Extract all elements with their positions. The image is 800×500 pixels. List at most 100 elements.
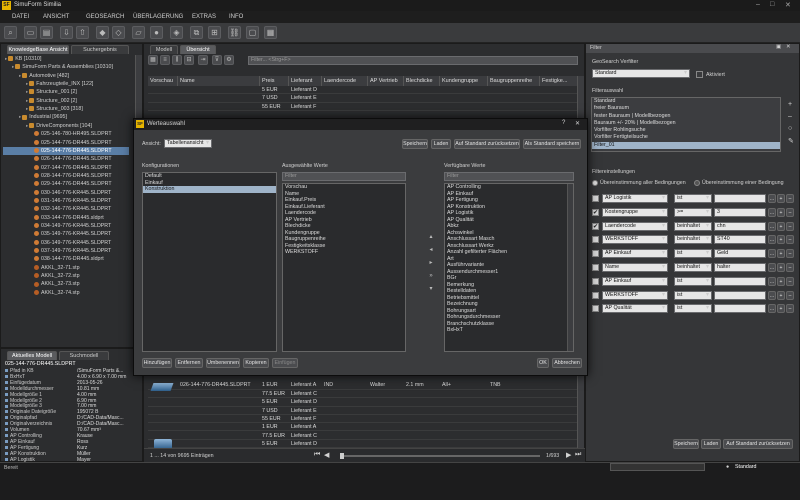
grid-column-header[interactable]: Preis: [260, 76, 289, 86]
condition-checkbox[interactable]: [592, 236, 599, 244]
open-icon[interactable]: ▭: [24, 26, 37, 39]
menu-ansicht[interactable]: ANSICHT: [43, 14, 69, 20]
condition-operator-select[interactable]: beinhaltet: [674, 221, 712, 231]
move-up-icon[interactable]: ▴: [428, 234, 434, 240]
rename-config-button[interactable]: Umbenennen: [206, 358, 240, 368]
next-page-icon[interactable]: ▶: [566, 451, 571, 459]
condition-value-input[interactable]: [714, 290, 766, 300]
tab-modell[interactable]: Modell: [150, 45, 178, 54]
filter-reset-button[interactable]: Auf Standard zurücksetzen: [723, 439, 793, 449]
condition-operator-select[interactable]: ist: [674, 304, 712, 314]
condition-more-button[interactable]: …: [768, 276, 776, 286]
close-button[interactable]: ✕: [785, 1, 791, 9]
grid-column-header[interactable]: Name: [178, 76, 260, 86]
move-down-icon[interactable]: ▾: [428, 286, 434, 292]
tab-aktuelles-modell[interactable]: Aktuelles Modell: [7, 351, 57, 360]
dialog-reset-button[interactable]: Auf Standard zurücksetzen: [454, 139, 520, 149]
filter-list-item[interactable]: Filter_01: [592, 141, 780, 150]
tree-item[interactable]: ▸ Fahrzeugteile_INX [122]: [3, 80, 129, 88]
dialog-save-button[interactable]: Speichern: [402, 139, 428, 149]
minimize-button[interactable]: –: [756, 1, 760, 8]
condition-add-button[interactable]: +: [777, 207, 785, 217]
grid-column-header[interactable]: Baugruppenreihe: [488, 76, 540, 86]
condition-remove-button[interactable]: –: [786, 249, 794, 259]
add-config-button[interactable]: Hinzufügen: [142, 358, 172, 368]
add-filter-icon[interactable]: +: [788, 101, 792, 108]
table-row[interactable]: 5 EUR Lieferant D: [148, 440, 578, 449]
condition-add-button[interactable]: +: [777, 235, 785, 245]
condition-field-select[interactable]: AP Logistik: [602, 194, 668, 203]
tree-item[interactable]: 035-149-776-KR445.SLDPRT: [3, 230, 129, 238]
dialog-help-icon[interactable]: ?: [562, 120, 565, 126]
menu-datei[interactable]: DATEI: [12, 14, 29, 20]
export-list-icon[interactable]: ⇥: [198, 55, 208, 65]
grid-column-header[interactable]: Lieferant: [289, 76, 322, 86]
filter-list-item[interactable]: Standard: [592, 98, 780, 105]
first-page-icon[interactable]: ⏮: [314, 451, 320, 459]
grid-column-header[interactable]: Laendercode: [322, 76, 368, 86]
condition-add-button[interactable]: +: [777, 304, 785, 314]
columns-icon[interactable]: ⫼: [172, 55, 182, 65]
expand-toggle-icon[interactable]: ▸: [19, 73, 21, 78]
condition-remove-button[interactable]: –: [786, 263, 794, 272]
condition-operator-select[interactable]: >=: [674, 207, 712, 217]
condition-value-input[interactable]: ST40: [714, 235, 766, 245]
cube-icon[interactable]: ◆: [96, 26, 109, 39]
geosearch-select[interactable]: Standard: [592, 69, 690, 78]
table-row[interactable]: 026-144-776-DR445.SLDPRT 1 EUR Lieferant A…: [148, 381, 578, 391]
condition-remove-button[interactable]: –: [786, 290, 794, 300]
condition-field-select[interactable]: AP Qualität: [602, 304, 668, 314]
grid-view-icon[interactable]: ▦: [148, 55, 158, 65]
filter-list-item[interactable]: Vorfilter Rohlingsuche: [592, 127, 780, 134]
condition-value-input[interactable]: halter: [714, 263, 766, 272]
dialog-load-button[interactable]: Laden: [431, 139, 451, 149]
condition-add-button[interactable]: +: [777, 249, 785, 259]
cube-outline-icon[interactable]: ◇: [112, 26, 125, 39]
tree-item[interactable]: 037-149-776-KR445.SLDPRT: [3, 247, 129, 255]
tree-item[interactable]: 030-146-776-KR445.SLDPRT: [3, 189, 129, 197]
condition-field-select[interactable]: WERKSTOFF: [602, 290, 668, 300]
condition-remove-button[interactable]: –: [786, 304, 794, 314]
tree-item[interactable]: ▸ Automotive [482]: [3, 72, 129, 80]
expand-toggle-icon[interactable]: ▸: [26, 123, 28, 128]
tree-item[interactable]: ▸ Structure_003 [318]: [3, 105, 129, 113]
condition-add-button[interactable]: +: [777, 263, 785, 272]
filter-list-item[interactable]: Vorfilter Fertigteilsuche: [592, 134, 780, 141]
compare-icon[interactable]: ⧉: [190, 26, 203, 39]
condition-add-button[interactable]: +: [777, 290, 785, 300]
copy-filter-icon[interactable]: ○: [788, 125, 792, 132]
search-icon[interactable]: ⌕: [4, 26, 17, 39]
condition-operator-select[interactable]: ist: [674, 194, 712, 203]
tab-suchergebnis[interactable]: Suchergebnis: [71, 45, 129, 54]
radio-alle[interactable]: [592, 180, 598, 186]
maximize-button[interactable]: □: [770, 1, 774, 8]
menu-info[interactable]: INFO: [229, 14, 243, 20]
last-page-icon[interactable]: ⏭: [575, 451, 581, 459]
condition-operator-select[interactable]: ist: [674, 276, 712, 286]
table-row[interactable]: 77.5 EUR Lieferant C: [148, 390, 578, 399]
move-all-right-icon[interactable]: »: [428, 273, 434, 279]
grid-column-header[interactable]: AP Vertrieb: [368, 76, 404, 86]
dialog-save-default-button[interactable]: Als Standard speichern: [523, 139, 581, 149]
panel-close-icon[interactable]: ✕: [786, 44, 790, 50]
condition-checkbox[interactable]: ✔: [592, 222, 599, 230]
condition-more-button[interactable]: …: [768, 249, 776, 259]
tree-item[interactable]: ▸ Industrial [9695]: [3, 113, 129, 121]
cancel-button[interactable]: Abbrechen: [552, 358, 582, 368]
page-slider-handle[interactable]: [340, 453, 344, 459]
condition-field-select[interactable]: WERKSTOFF: [602, 235, 668, 245]
tree-item[interactable]: AKKL_32-72.stp: [3, 272, 129, 280]
table-row[interactable]: 55 EUR Lieferant F: [148, 103, 578, 112]
tree-item[interactable]: 029-144-776-DR445.SLDPRT: [3, 180, 129, 188]
shape-icon[interactable]: ●: [150, 26, 163, 39]
ansicht-select[interactable]: Tabellenansicht: [164, 139, 212, 148]
selected-filter-input[interactable]: Filter: [282, 172, 406, 181]
tree-item[interactable]: 025-144-776-DR445.SLDPRT: [3, 146, 129, 156]
tiles-icon[interactable]: ⊟: [184, 55, 194, 65]
move-left-icon[interactable]: ◂: [428, 247, 434, 253]
radio-eine[interactable]: [694, 180, 700, 186]
tree-item[interactable]: 034-149-776-KR445.SLDPRT: [3, 222, 129, 230]
expand-toggle-icon[interactable]: ▸: [19, 114, 21, 119]
list-view-icon[interactable]: ≡: [160, 55, 170, 65]
condition-remove-button[interactable]: –: [786, 276, 794, 286]
